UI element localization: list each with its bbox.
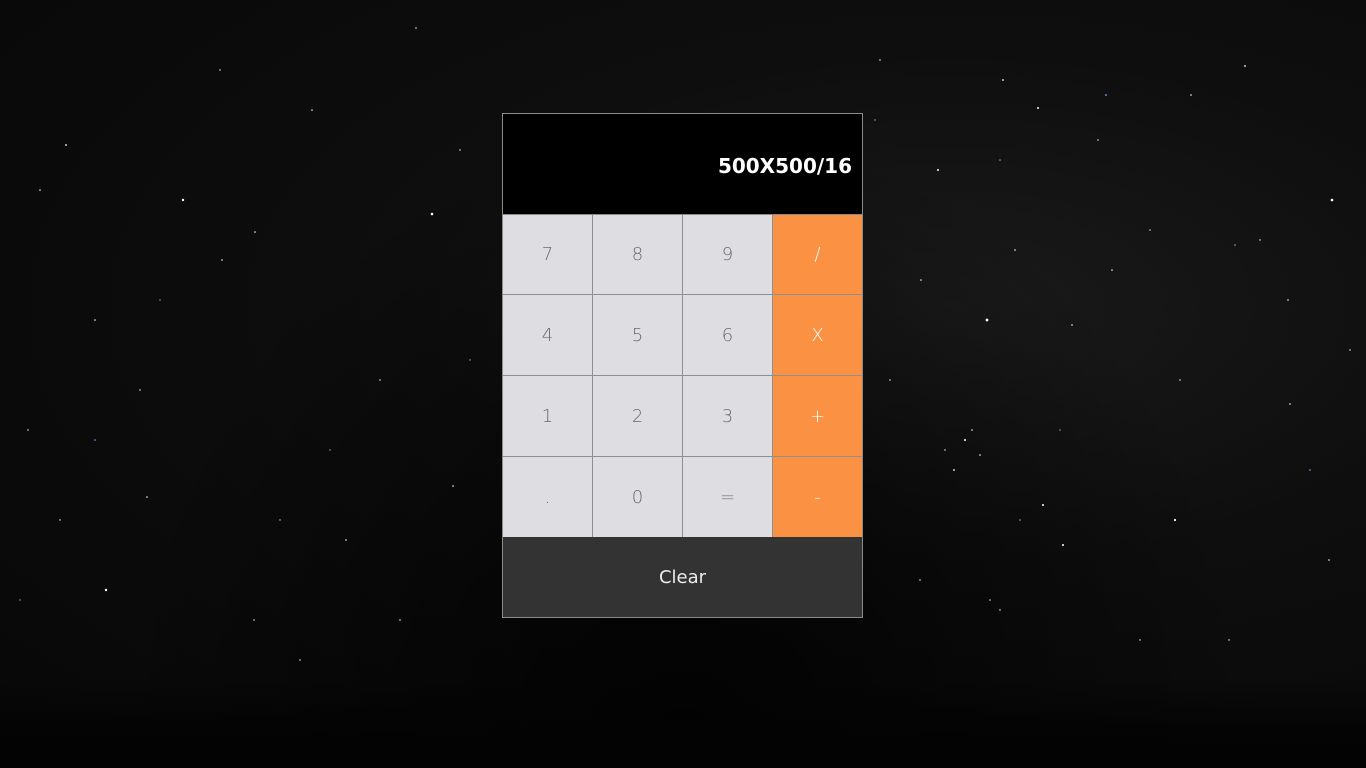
calculator-display: 500X500/16: [503, 114, 862, 215]
keypad: 7 8 9 / 4 5 6 X 1 2 3 + . 0 = -: [503, 215, 862, 537]
calculator: 500X500/16 7 8 9 / 4 5 6 X 1 2 3 + . 0 =…: [502, 113, 863, 618]
desktop-background: { "display": { "expression": "500X500/16…: [0, 0, 1366, 768]
key-subtract[interactable]: -: [773, 457, 862, 537]
key-3[interactable]: 3: [683, 376, 773, 457]
key-2[interactable]: 2: [593, 376, 683, 457]
key-7[interactable]: 7: [503, 215, 593, 295]
display-expression: 500X500/16: [717, 154, 852, 178]
key-0[interactable]: 0: [593, 457, 683, 537]
key-multiply[interactable]: X: [773, 295, 862, 376]
key-5[interactable]: 5: [593, 295, 683, 376]
clear-button[interactable]: Clear: [503, 537, 862, 617]
key-9[interactable]: 9: [683, 215, 773, 295]
key-add[interactable]: +: [773, 376, 862, 457]
key-decimal[interactable]: .: [503, 457, 593, 537]
horizon-shadow: [0, 678, 1366, 768]
key-6[interactable]: 6: [683, 295, 773, 376]
key-divide[interactable]: /: [773, 215, 862, 295]
key-1[interactable]: 1: [503, 376, 593, 457]
key-equals[interactable]: =: [683, 457, 773, 537]
key-8[interactable]: 8: [593, 215, 683, 295]
key-4[interactable]: 4: [503, 295, 593, 376]
